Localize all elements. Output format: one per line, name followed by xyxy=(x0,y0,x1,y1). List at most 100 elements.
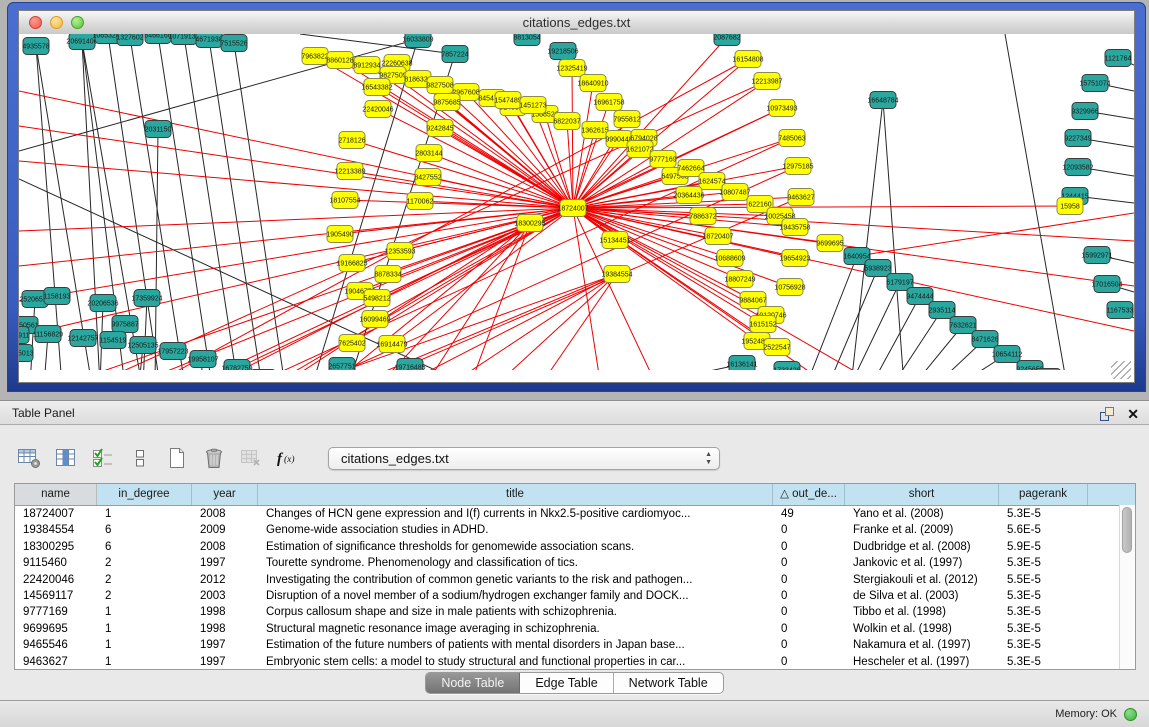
table-cell[interactable]: Jankovic et al. (1997) xyxy=(845,555,999,571)
graph-edge[interactable] xyxy=(883,100,904,370)
trash-icon[interactable] xyxy=(201,446,227,470)
graph-edge[interactable] xyxy=(36,46,62,370)
graph-node[interactable]: 2657751 xyxy=(328,358,355,371)
memory-status-indicator[interactable] xyxy=(1124,708,1137,721)
graph-node[interactable]: 7955812 xyxy=(613,111,640,128)
table-cell[interactable]: Estimation of significance thresholds fo… xyxy=(258,539,773,555)
table-cell[interactable]: 5.3E-5 xyxy=(999,555,1088,571)
graph-node[interactable]: 5938923 xyxy=(864,260,891,277)
graph-node[interactable]: 16543382 xyxy=(361,79,392,96)
graph-node[interactable]: 12093582 xyxy=(1062,159,1093,176)
table-row[interactable]: 946362711997Embryonic stem cells: a mode… xyxy=(15,654,1135,670)
graph-node[interactable]: 7515526 xyxy=(220,35,247,52)
graph-node[interactable]: 19716485 xyxy=(394,359,425,371)
table-cell[interactable]: 9777169 xyxy=(15,604,97,620)
table-cell[interactable]: 2012 xyxy=(192,572,258,588)
graph-node[interactable]: 9474444 xyxy=(906,288,933,305)
column-header-title[interactable]: title xyxy=(258,484,773,505)
resize-handle-icon[interactable] xyxy=(1111,361,1131,379)
graph-node[interactable]: 19435758 xyxy=(779,219,810,236)
table-cell[interactable]: 5.3E-5 xyxy=(999,637,1088,653)
graph-edge[interactable] xyxy=(352,140,573,208)
graph-node[interactable]: 3919911 xyxy=(19,327,29,344)
graph-node[interactable]: 12213987 xyxy=(751,73,782,90)
graph-node[interactable]: 1158193 xyxy=(44,288,71,305)
table-cell[interactable]: Embryonic stem cells: a model to study s… xyxy=(258,654,773,670)
table-cell[interactable]: 1 xyxy=(97,506,192,522)
table-cell[interactable]: 1 xyxy=(97,621,192,637)
graph-node[interactable]: 18300295 xyxy=(514,215,545,232)
close-panel-icon[interactable]: ✕ xyxy=(1127,407,1139,421)
graph-node[interactable]: 19654923 xyxy=(779,250,810,267)
graph-node[interactable]: 9884067 xyxy=(739,292,766,309)
column-header-year[interactable]: year xyxy=(192,484,258,505)
table-cell[interactable]: 0 xyxy=(773,604,845,620)
graph-node[interactable]: 9827508 xyxy=(426,77,453,94)
table-cell[interactable]: Corpus callosum shape and size in male p… xyxy=(258,604,773,620)
graph-node[interactable]: 16099469 xyxy=(359,311,390,328)
graph-edge[interactable] xyxy=(495,274,617,370)
table-cell[interactable]: 5.3E-5 xyxy=(999,506,1088,522)
graph-node[interactable]: 19384554 xyxy=(601,266,632,283)
table-row[interactable]: 2242004622012Investigating the contribut… xyxy=(15,572,1135,588)
graph-node[interactable]: 9329966 xyxy=(1071,103,1098,120)
table-settings-icon[interactable] xyxy=(16,446,42,470)
graph-node[interactable]: 18720407 xyxy=(702,228,733,245)
new-document-icon[interactable] xyxy=(164,446,190,470)
graph-node[interactable]: 18107554 xyxy=(329,192,360,209)
graph-node[interactable]: 1292344 xyxy=(249,370,276,371)
table-cell[interactable]: 5.3E-5 xyxy=(999,621,1088,637)
column-header-in_degree[interactable]: in_degree xyxy=(97,484,192,505)
table-cell[interactable]: 0 xyxy=(773,621,845,637)
table-cell[interactable]: 2 xyxy=(97,588,192,604)
select-rows-icon[interactable] xyxy=(90,446,116,470)
table-cell[interactable]: Estimation of the future numbers of pati… xyxy=(258,637,773,653)
graph-node[interactable]: 18807249 xyxy=(724,271,755,288)
graph-node[interactable]: 1451273 xyxy=(519,97,546,114)
function-icon[interactable]: f(x) xyxy=(275,446,301,470)
graph-node[interactable]: 16136141 xyxy=(726,356,757,371)
graph-node[interactable]: 2522547 xyxy=(763,339,790,356)
graph-node[interactable]: 10973493 xyxy=(766,100,797,117)
table-cell[interactable]: Tibbo et al. (1998) xyxy=(845,604,999,620)
network-view-window[interactable]: citations_edges.txt 49355782069140610653… xyxy=(7,2,1146,392)
graph-node[interactable]: 5498212 xyxy=(363,290,390,307)
graph-node[interactable]: 16914479 xyxy=(376,336,407,353)
column-select-icon[interactable] xyxy=(53,446,79,470)
graph-edge[interactable] xyxy=(448,274,617,370)
graph-node[interactable]: 7963822 xyxy=(301,48,328,65)
table-cell[interactable]: 5.3E-5 xyxy=(999,654,1088,670)
graph-node[interactable]: 7632621 xyxy=(949,317,976,334)
column-header-out_de[interactable]: △ out_de... xyxy=(773,484,845,505)
graph-node[interactable]: 1905490 xyxy=(326,226,353,243)
table-cell[interactable]: 6 xyxy=(97,522,192,538)
table-cell[interactable]: 5.3E-5 xyxy=(999,588,1088,604)
graph-node[interactable]: 2718126 xyxy=(338,132,365,149)
table-cell[interactable]: 5.9E-5 xyxy=(999,539,1088,555)
table-cell[interactable]: 9699695 xyxy=(15,621,97,637)
graph-node[interactable]: 7625402 xyxy=(338,335,365,352)
table-cell[interactable]: 18300295 xyxy=(15,539,97,555)
graph-edge[interactable] xyxy=(806,256,857,370)
graph-node[interactable]: 9463627 xyxy=(787,189,814,206)
graph-node[interactable]: 11156829 xyxy=(33,326,63,343)
table-cell[interactable]: Yano et al. (2008) xyxy=(845,506,999,522)
graph-node[interactable]: 8427552 xyxy=(414,169,441,186)
table-cell[interactable]: 22420046 xyxy=(15,572,97,588)
table-cell[interactable]: 18724007 xyxy=(15,506,97,522)
graph-node[interactable]: 15958 xyxy=(1057,198,1083,215)
graph-node[interactable]: 9777169 xyxy=(649,151,676,168)
graph-node[interactable]: 20364436 xyxy=(673,187,704,204)
graph-node[interactable]: 9305013 xyxy=(19,345,34,362)
graph-node[interactable]: 12353593 xyxy=(384,243,415,260)
tab-network-table[interactable]: Network Table xyxy=(614,673,723,693)
graph-node[interactable]: 12505135 xyxy=(127,337,158,354)
graph-node[interactable]: 18640910 xyxy=(577,75,608,92)
table-cell[interactable]: 2 xyxy=(97,555,192,571)
table-cell[interactable]: Franke et al. (2009) xyxy=(845,522,999,538)
graph-node[interactable]: 1154519 xyxy=(100,332,127,349)
float-panel-icon[interactable] xyxy=(1099,406,1115,422)
graph-node[interactable]: 16154808 xyxy=(732,51,763,68)
graph-node[interactable]: 8878334 xyxy=(374,266,401,283)
graph-node[interactable]: 18724007 xyxy=(557,200,588,217)
